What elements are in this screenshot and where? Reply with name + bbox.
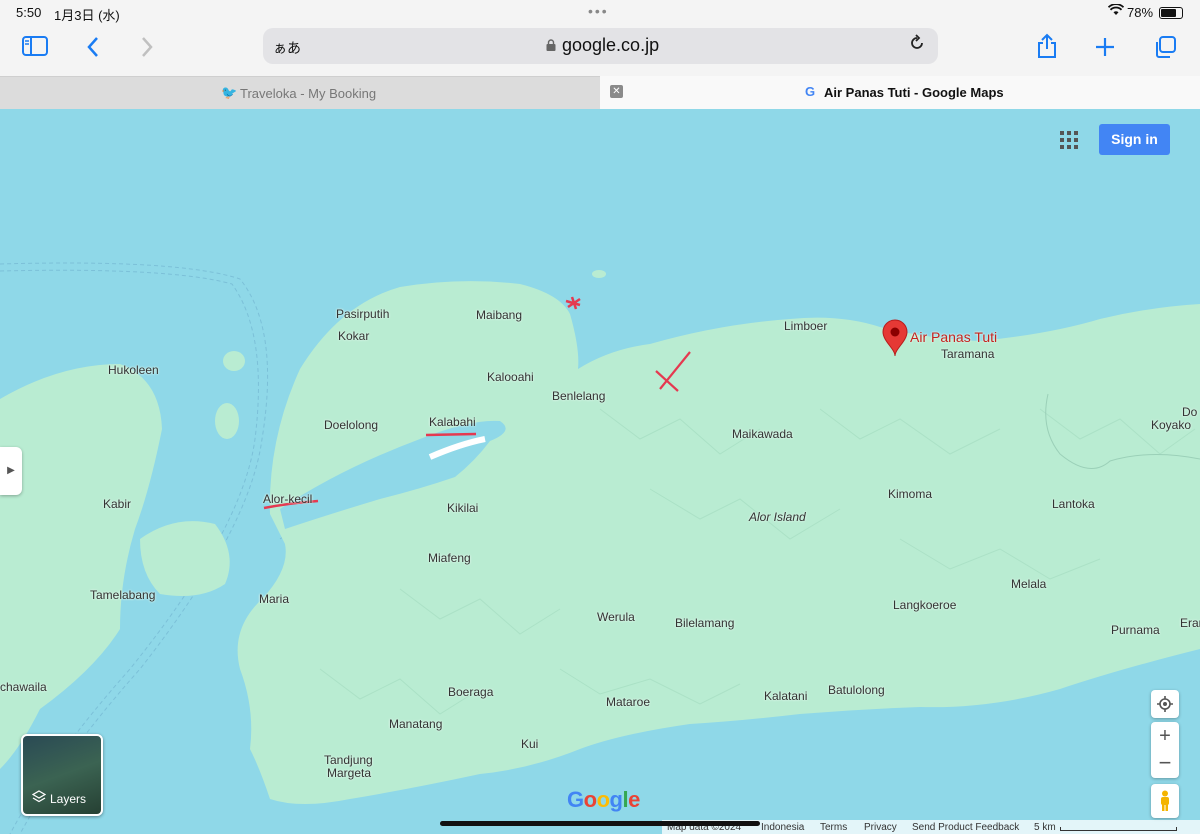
place-label[interactable]: Kalooahi bbox=[487, 370, 534, 384]
status-time: 5:50 bbox=[16, 5, 42, 20]
layers-button[interactable]: Layers bbox=[21, 734, 103, 816]
traveloka-icon: 🐦 bbox=[221, 85, 238, 100]
place-label[interactable]: Kimoma bbox=[888, 487, 932, 501]
place-label[interactable]: Benlelang bbox=[552, 389, 605, 403]
place-label[interactable]: Doelolong bbox=[324, 418, 378, 432]
place-label[interactable]: Melala bbox=[1011, 577, 1046, 591]
tabs-overview-icon[interactable] bbox=[1153, 35, 1177, 65]
place-label[interactable]: Langkoeroe bbox=[893, 598, 956, 612]
place-label[interactable]: Miafeng bbox=[428, 551, 471, 565]
place-label[interactable]: Eran bbox=[1180, 616, 1200, 630]
lock-icon bbox=[546, 39, 556, 54]
sign-in-button[interactable]: Sign in bbox=[1099, 124, 1170, 155]
browser-toolbar: ぁあ google.co.jp bbox=[0, 26, 1200, 76]
reload-icon[interactable] bbox=[908, 34, 926, 57]
home-indicator[interactable] bbox=[440, 821, 760, 826]
status-date: 1月3日 (水) bbox=[54, 8, 120, 23]
privacy-link[interactable]: Privacy bbox=[864, 822, 897, 833]
feedback-link[interactable]: Send Product Feedback bbox=[912, 822, 1019, 833]
url-domain: google.co.jp bbox=[562, 35, 660, 55]
map-canvas[interactable]: Pasirputih Kokar Maibang Hukoleen Kalooa… bbox=[0, 109, 1200, 834]
place-label[interactable]: Kikilai bbox=[447, 501, 478, 515]
place-label[interactable]: Tandjung bbox=[324, 753, 373, 767]
place-label[interactable]: Kalatani bbox=[764, 689, 807, 703]
place-label[interactable]: Alor Island bbox=[749, 510, 806, 524]
crosshair-icon bbox=[1157, 696, 1173, 712]
place-label[interactable]: Maibang bbox=[476, 308, 522, 322]
place-label[interactable]: Pasirputih bbox=[336, 307, 389, 321]
battery-icon bbox=[1159, 7, 1183, 19]
place-label[interactable]: Kabir bbox=[103, 497, 131, 511]
text-size-button[interactable]: ぁあ bbox=[273, 38, 301, 58]
terms-link[interactable]: Terms bbox=[820, 822, 847, 833]
multitask-dots[interactable]: ••• bbox=[588, 3, 609, 19]
place-label[interactable]: Manatang bbox=[389, 717, 442, 731]
place-label[interactable]: Hukoleen bbox=[108, 363, 159, 377]
wifi-icon bbox=[1107, 3, 1125, 19]
location-pin-icon[interactable] bbox=[881, 319, 909, 362]
layers-icon bbox=[31, 790, 47, 807]
google-logo: Google bbox=[567, 787, 640, 812]
zoom-controls: + − bbox=[1151, 722, 1179, 778]
place-label[interactable]: Margeta bbox=[327, 766, 371, 780]
place-label[interactable]: Boeraga bbox=[448, 685, 493, 699]
region-link[interactable]: Indonesia bbox=[761, 822, 804, 833]
tab-bar: 🐦 Traveloka - My Booking ✕ G Air Panas T… bbox=[0, 76, 1200, 110]
sidebar-icon[interactable] bbox=[22, 36, 48, 62]
pegman-icon bbox=[1161, 790, 1169, 811]
place-label[interactable]: Koyako bbox=[1151, 418, 1191, 432]
tab-traveloka[interactable]: 🐦 Traveloka - My Booking bbox=[0, 76, 601, 110]
battery-percent: 78% bbox=[1127, 5, 1154, 20]
pin-label[interactable]: Air Panas Tuti bbox=[910, 329, 997, 345]
place-label[interactable]: Werula bbox=[597, 610, 635, 624]
place-label[interactable]: Maria bbox=[259, 592, 289, 606]
share-icon[interactable] bbox=[1036, 33, 1058, 65]
scale-bar bbox=[1060, 827, 1177, 831]
tab-title: Air Panas Tuti - Google Maps bbox=[824, 85, 1004, 100]
zoom-in-button[interactable]: + bbox=[1151, 722, 1179, 750]
place-label[interactable]: Tamelabang bbox=[90, 588, 155, 602]
place-label[interactable]: chawaila bbox=[0, 680, 47, 694]
street-view-button[interactable] bbox=[1151, 784, 1179, 818]
tab-google-maps[interactable]: ✕ G Air Panas Tuti - Google Maps bbox=[600, 76, 1200, 109]
my-location-button[interactable] bbox=[1151, 690, 1179, 718]
forward-icon[interactable] bbox=[140, 36, 154, 64]
map-land bbox=[0, 262, 1200, 834]
place-label[interactable]: Lantoka bbox=[1052, 497, 1095, 511]
place-label[interactable]: Do bbox=[1182, 405, 1197, 419]
side-panel-toggle[interactable]: ▶ bbox=[0, 447, 22, 495]
place-label[interactable]: Purnama bbox=[1111, 623, 1160, 637]
place-label[interactable]: Limboer bbox=[784, 319, 827, 333]
back-icon[interactable] bbox=[86, 36, 100, 64]
place-label[interactable]: Kalabahi bbox=[429, 415, 476, 429]
scale-label[interactable]: 5 km bbox=[1034, 822, 1056, 833]
layers-label: Layers bbox=[50, 792, 87, 806]
close-tab-icon[interactable]: ✕ bbox=[610, 85, 623, 98]
place-label[interactable]: Kokar bbox=[338, 329, 369, 343]
place-label[interactable]: Bilelamang bbox=[675, 616, 734, 630]
zoom-out-button[interactable]: − bbox=[1151, 750, 1179, 778]
new-tab-icon[interactable] bbox=[1094, 36, 1116, 64]
url-bar[interactable]: ぁあ google.co.jp bbox=[263, 28, 938, 64]
place-label[interactable]: Alor-kecil bbox=[263, 492, 312, 506]
google-apps-icon[interactable] bbox=[1060, 131, 1078, 149]
place-label[interactable]: Taramana bbox=[941, 347, 994, 361]
place-label[interactable]: Kui bbox=[521, 737, 538, 751]
place-label[interactable]: Maikawada bbox=[732, 427, 793, 441]
tab-title: Traveloka - My Booking bbox=[240, 86, 377, 101]
place-label[interactable]: Mataroe bbox=[606, 695, 650, 709]
place-label[interactable]: Batulolong bbox=[828, 683, 885, 697]
google-icon: G bbox=[805, 84, 816, 99]
status-bar: 5:50 1月3日 (水) ••• 78% bbox=[0, 0, 1200, 26]
